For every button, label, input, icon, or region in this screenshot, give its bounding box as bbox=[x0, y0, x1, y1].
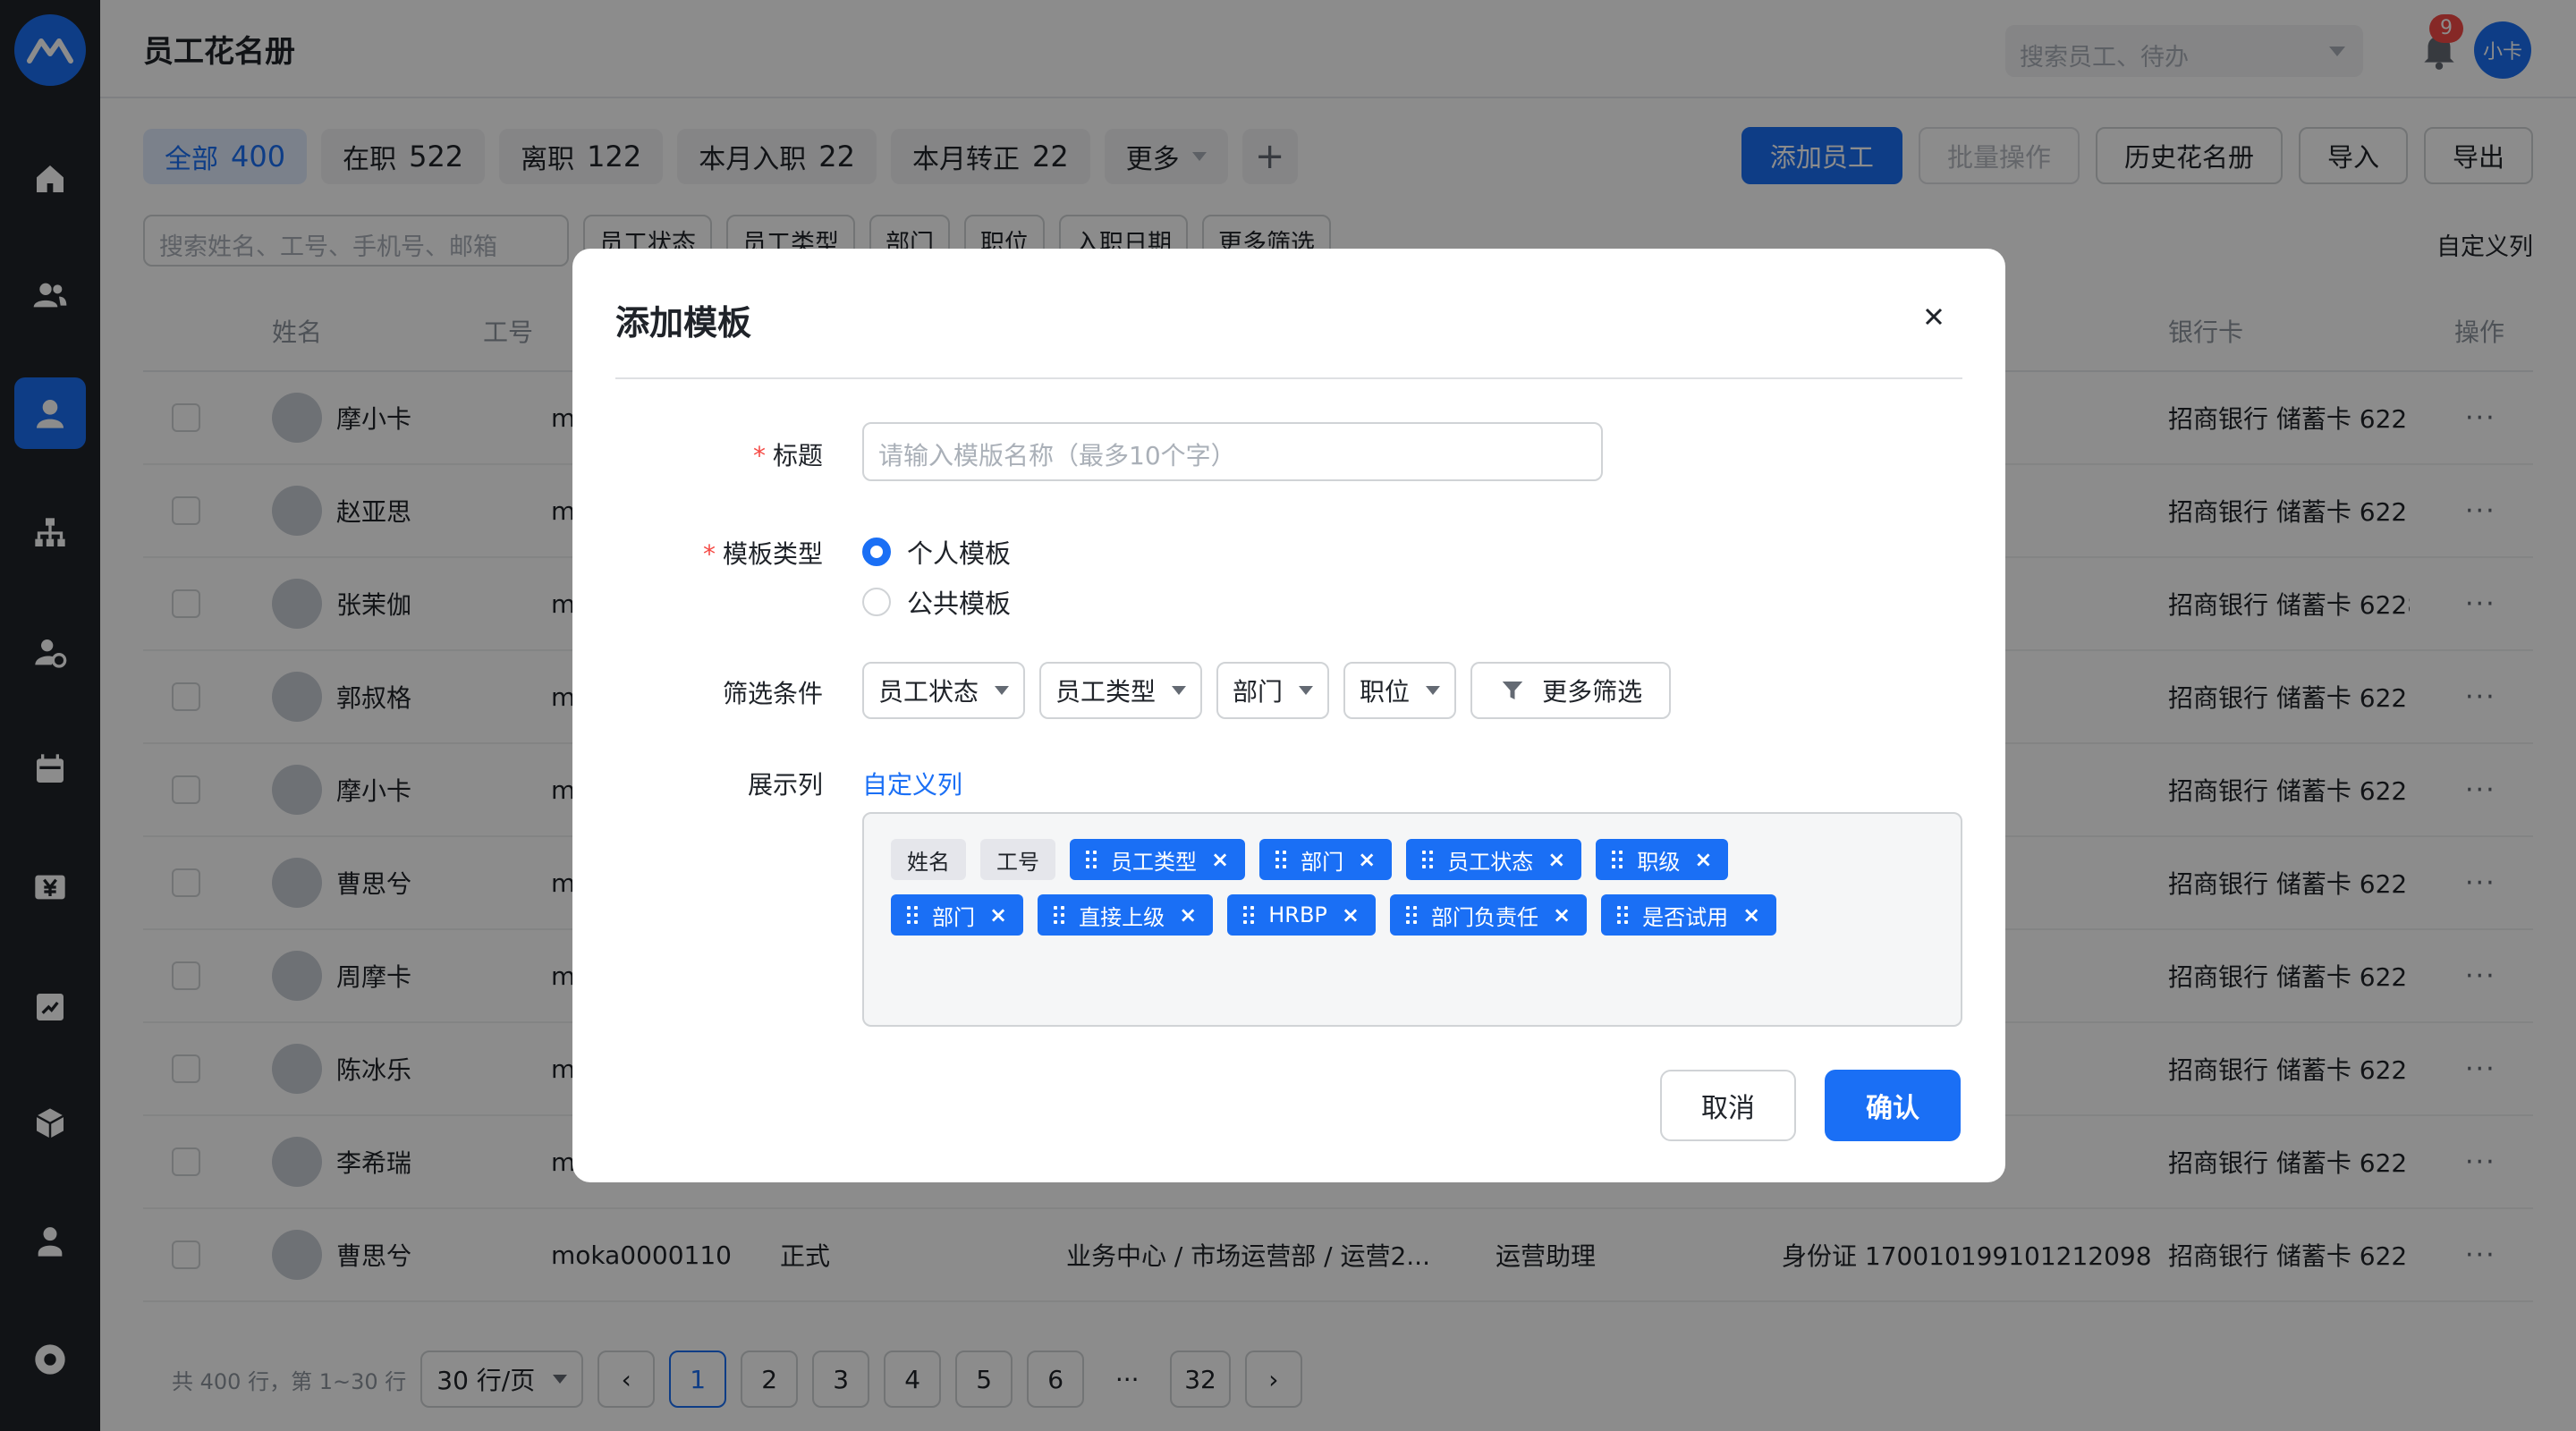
remove-tag-icon[interactable]: × bbox=[1694, 847, 1712, 872]
radio-public-template[interactable]: 公共模板 bbox=[862, 583, 1011, 621]
remove-tag-icon[interactable]: × bbox=[1547, 847, 1565, 872]
remove-tag-icon[interactable]: × bbox=[1179, 902, 1197, 927]
drag-handle-icon[interactable] bbox=[1617, 906, 1629, 924]
modal-more-filter-button[interactable]: 更多筛选 bbox=[1470, 662, 1672, 719]
column-tag-label: 部门负责任 bbox=[1431, 904, 1538, 930]
filter-field-label: 筛选条件 bbox=[722, 679, 823, 708]
modal-filter-status[interactable]: 员工状态 bbox=[862, 662, 1026, 719]
remove-tag-icon[interactable]: × bbox=[1742, 902, 1760, 927]
column-tag-label: 直接上级 bbox=[1079, 904, 1165, 930]
modal-filter-position[interactable]: 职位 bbox=[1343, 662, 1457, 719]
select-label: 员工状态 bbox=[878, 677, 979, 707]
fixed-column-tag: 姓名 bbox=[891, 839, 966, 880]
modal-filter-selects: 员工状态 员工类型 部门 职位 更多筛选 bbox=[862, 662, 1672, 719]
chevron-down-icon bbox=[1299, 686, 1314, 695]
columns-field-label: 展示列 bbox=[747, 770, 823, 800]
title-label-text: 标题 bbox=[772, 441, 823, 470]
columns-row: 姓名 工号 员工类型 × 部门 × 员工状态 × 职级 × bbox=[891, 839, 1934, 880]
column-tag-label: 部门 bbox=[1301, 849, 1344, 875]
remove-tag-icon[interactable]: × bbox=[989, 902, 1007, 927]
column-tag[interactable]: 直接上级 × bbox=[1038, 894, 1214, 936]
radio-unchecked-icon bbox=[862, 588, 891, 616]
column-tag[interactable]: 部门 × bbox=[1259, 839, 1393, 880]
remove-tag-icon[interactable]: × bbox=[1553, 902, 1571, 927]
modal-title: 添加模板 bbox=[615, 303, 752, 343]
column-tag[interactable]: 部门负责任 × bbox=[1390, 894, 1588, 936]
drag-handle-icon[interactable] bbox=[1243, 906, 1255, 924]
confirm-button[interactable]: 确认 bbox=[1825, 1070, 1961, 1141]
column-tag[interactable]: 部门 × bbox=[891, 894, 1024, 936]
remove-tag-icon[interactable]: × bbox=[1358, 847, 1376, 872]
add-template-modal: 添加模板 * 标题 请输入模版名称（最多10个字） * 模板类型 个人模板 公共模板… bbox=[572, 249, 2005, 1182]
chevron-down-icon bbox=[995, 686, 1010, 695]
remove-tag-icon[interactable]: × bbox=[1211, 847, 1229, 872]
column-tag[interactable]: 是否试用 × bbox=[1601, 894, 1777, 936]
drag-handle-icon[interactable] bbox=[1612, 851, 1623, 868]
column-tag-label: 员工类型 bbox=[1111, 849, 1197, 875]
column-tag[interactable]: 职级 × bbox=[1596, 839, 1729, 880]
drag-handle-icon[interactable] bbox=[1086, 851, 1097, 868]
drag-handle-icon[interactable] bbox=[1422, 851, 1434, 868]
type-label-text: 模板类型 bbox=[722, 539, 823, 569]
modal-filter-dept[interactable]: 部门 bbox=[1216, 662, 1330, 719]
cancel-button[interactable]: 取消 bbox=[1660, 1070, 1796, 1141]
required-mark: * bbox=[702, 539, 716, 569]
column-tag[interactable]: HRBP × bbox=[1227, 894, 1376, 936]
column-tag[interactable]: 员工状态 × bbox=[1406, 839, 1582, 880]
column-tag-label: HRBP bbox=[1268, 902, 1327, 927]
remove-tag-icon[interactable]: × bbox=[1342, 902, 1360, 927]
radio-checked-icon bbox=[862, 538, 891, 566]
drag-handle-icon[interactable] bbox=[907, 906, 918, 924]
funnel-icon bbox=[1502, 682, 1523, 699]
display-columns-box: 姓名 工号 员工类型 × 部门 × 员工状态 × 职级 × 部门 × 直接上级 × HRBP × 部门负责… bbox=[862, 812, 1962, 1027]
select-label: 职位 bbox=[1360, 677, 1411, 707]
select-label: 部门 bbox=[1233, 677, 1284, 707]
column-tag-label: 职级 bbox=[1637, 849, 1681, 875]
column-tag-label: 部门 bbox=[932, 904, 975, 930]
radio-personal-template[interactable]: 个人模板 bbox=[862, 533, 1011, 571]
modal-filter-type[interactable]: 员工类型 bbox=[1039, 662, 1203, 719]
template-name-input[interactable]: 请输入模版名称（最多10个字） bbox=[862, 422, 1603, 481]
chevron-down-icon bbox=[1426, 686, 1441, 695]
required-mark: * bbox=[752, 441, 766, 470]
drag-handle-icon[interactable] bbox=[1275, 851, 1287, 868]
input-placeholder: 请输入模版名称（最多10个字） bbox=[878, 441, 1236, 470]
column-tag-label: 是否试用 bbox=[1642, 904, 1729, 930]
column-tag-label: 员工状态 bbox=[1447, 849, 1534, 875]
radio-label: 公共模板 bbox=[907, 588, 1012, 619]
select-label: 员工类型 bbox=[1055, 677, 1157, 707]
type-field-label: * 模板类型 bbox=[572, 535, 823, 571]
chevron-down-icon bbox=[1172, 686, 1187, 695]
fixed-column-tag: 工号 bbox=[980, 839, 1055, 880]
custom-columns-link[interactable]: 自定义列 bbox=[862, 766, 962, 801]
column-tag[interactable]: 员工类型 × bbox=[1070, 839, 1246, 880]
divider bbox=[615, 377, 1962, 379]
more-filter-label: 更多筛选 bbox=[1542, 677, 1643, 707]
columns-row: 部门 × 直接上级 × HRBP × 部门负责任 × 是否试用 × bbox=[891, 894, 1934, 936]
radio-label: 个人模板 bbox=[907, 538, 1012, 569]
drag-handle-icon[interactable] bbox=[1054, 906, 1065, 924]
close-icon[interactable] bbox=[1914, 297, 1953, 336]
title-field-label: * 标题 bbox=[572, 436, 823, 472]
drag-handle-icon[interactable] bbox=[1406, 906, 1417, 924]
